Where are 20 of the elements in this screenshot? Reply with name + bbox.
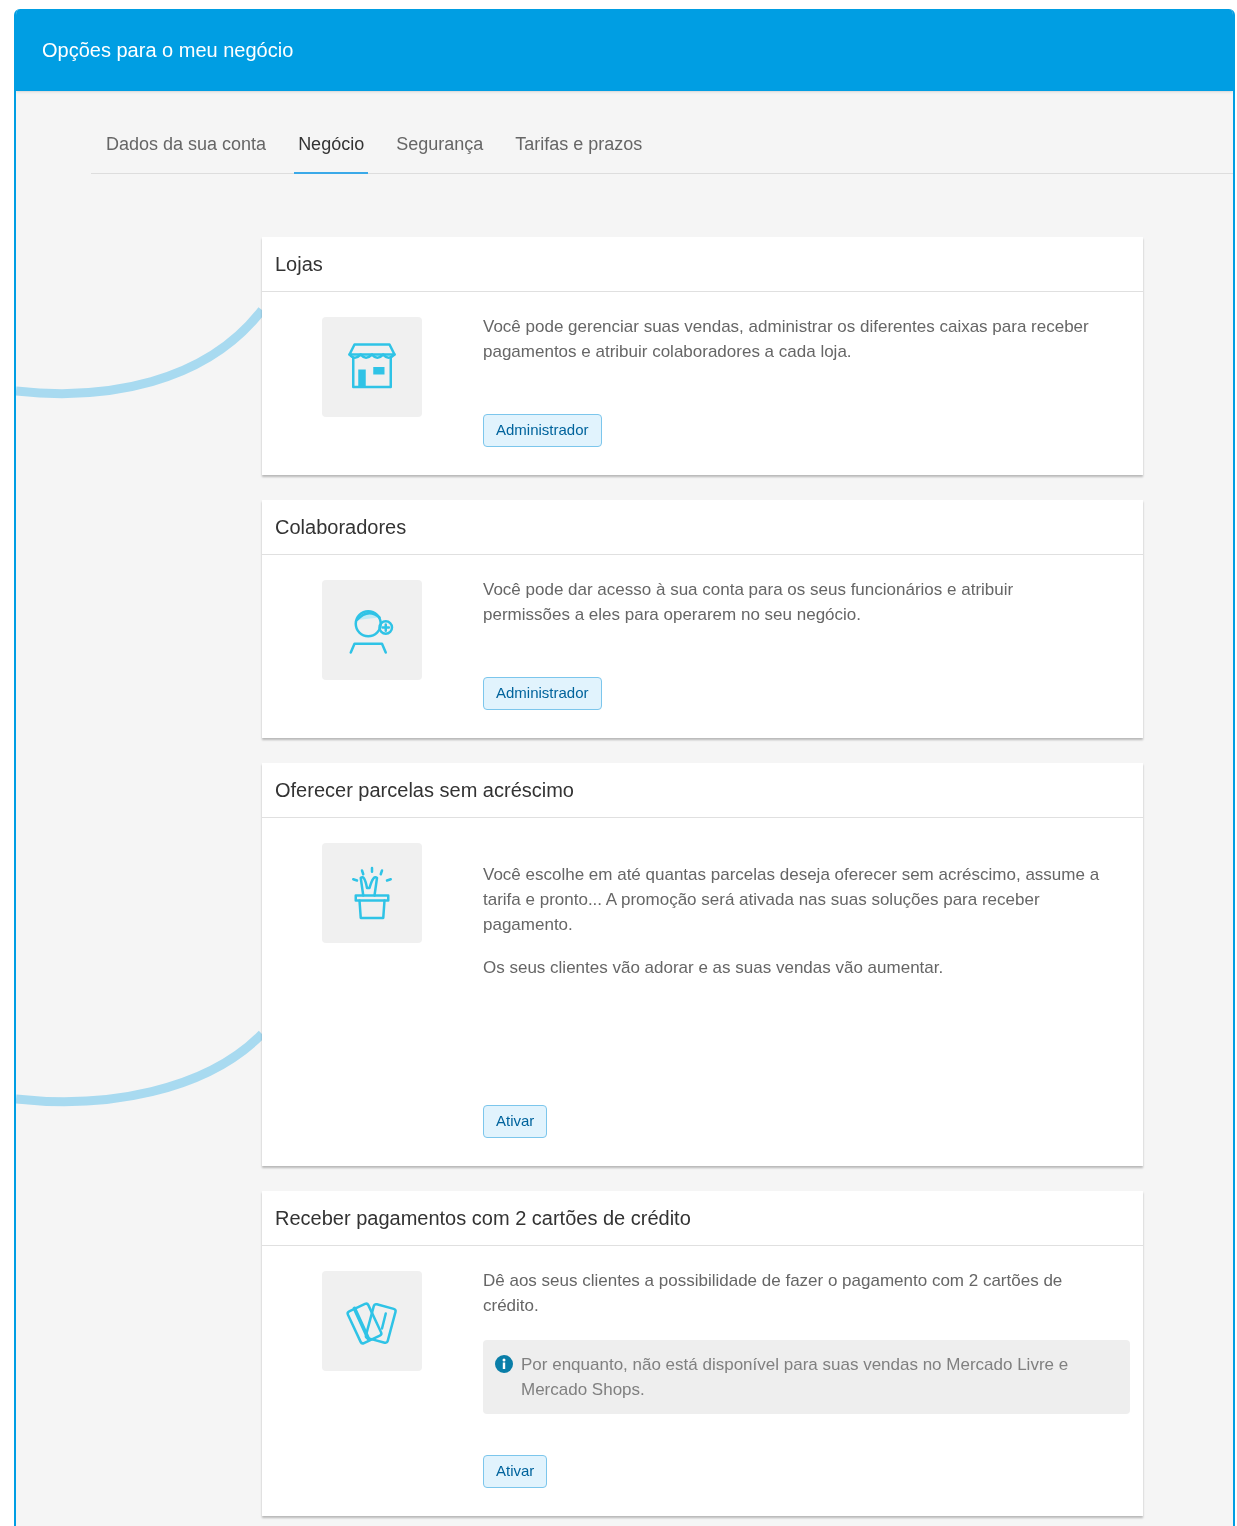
card-title: Lojas	[275, 252, 323, 277]
notice-text: Por enquanto, não está disponível para suas vendas no Mercado Livre e Mercado Shops.	[521, 1354, 1070, 1401]
description-text: Os seus clientes vão adorar e as suas vendas vão aumentar.	[483, 957, 945, 979]
description-text: Dê aos seus clientes a possibilidade de fazer o pagamento com 2 cartões de crédito.	[483, 1270, 1064, 1317]
action-button[interactable]: Ativar	[483, 1105, 548, 1138]
tab[interactable]: Tarifas e prazos	[511, 131, 647, 174]
card-title: Oferecer parcelas sem acréscimo	[275, 778, 574, 803]
tab[interactable]: Segurança	[392, 131, 488, 174]
description-text: Você pode gerenciar suas vendas, administrar os diferentes caixas para receber pagamentos e atribuir colaboradores a cada loja.	[483, 316, 1090, 363]
action-button[interactable]: Administrador	[483, 677, 602, 710]
description-text: Você escolhe em até quantas parcelas deseja oferecer sem acréscimo, assume a tarifa e pronto... A promoção será ativada nas suas soluções para receber pagamento.	[483, 864, 1101, 936]
action-button[interactable]: Ativar	[483, 1455, 548, 1488]
tab[interactable]: Dados da sua conta	[102, 131, 271, 174]
tab[interactable]: Negócio	[294, 131, 369, 174]
action-button[interactable]: Administrador	[483, 414, 602, 447]
window-title: Opções para o meu negócio	[42, 38, 294, 63]
info-icon	[495, 1355, 513, 1373]
card-title: Receber pagamentos com 2 cartões de crédito	[275, 1206, 691, 1231]
card-title: Colaboradores	[275, 515, 407, 540]
description-text: Você pode dar acesso à sua conta para os seus funcionários e atribuir permissões a eles para operarem no seu negócio.	[483, 579, 1015, 626]
